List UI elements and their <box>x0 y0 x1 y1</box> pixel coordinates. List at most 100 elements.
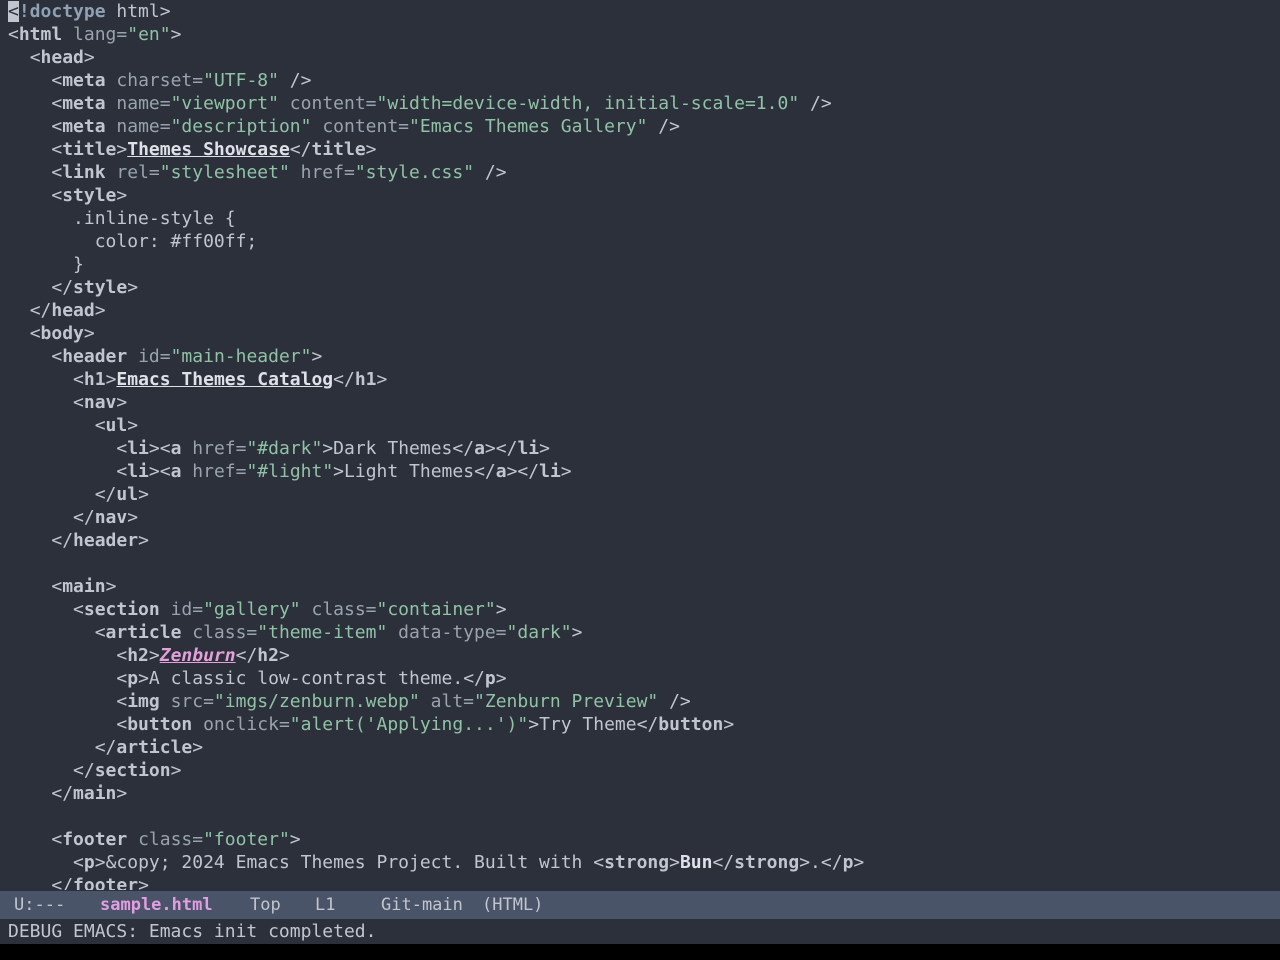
code-token: "UTF-8" <box>203 70 279 91</box>
code-line[interactable]: </nav> <box>8 506 138 529</box>
code-token: > <box>278 645 290 666</box>
code-token: href= <box>181 461 247 482</box>
code-line[interactable]: <img src="imgs/zenburn.webp" alt="Zenbur… <box>8 690 690 713</box>
code-token: </ <box>333 369 355 390</box>
code-token: section <box>83 599 160 620</box>
code-token: </ <box>235 645 258 666</box>
code-line[interactable]: <meta charset="UTF-8" /> <box>8 69 311 92</box>
code-line[interactable]: </style> <box>8 276 138 299</box>
code-line[interactable]: </main> <box>8 782 127 805</box>
code-token: name= <box>105 93 171 114</box>
code-line[interactable]: <li><a href="#dark">Dark Themes</a></li> <box>8 437 550 460</box>
code-token: html <box>18 24 63 45</box>
code-line[interactable]: <footer class="footer"> <box>8 828 300 851</box>
code-token: < <box>51 829 63 850</box>
code-line[interactable]: </head> <box>8 299 106 322</box>
code-line[interactable]: <article class="theme-item" data-type="d… <box>8 621 583 644</box>
code-line[interactable]: </article> <box>8 736 203 759</box>
code-token: </ <box>289 139 312 160</box>
code-token: "gallery" <box>203 599 301 620</box>
code-token: > <box>105 576 117 597</box>
emacs-frame: <!doctype html> <html lang="en"> <head> <… <box>0 0 1280 960</box>
code-line[interactable]: <p>A classic low-contrast theme.</p> <box>8 667 506 690</box>
code-line[interactable]: <!doctype html> <box>8 0 171 23</box>
code-token: h1 <box>354 369 377 390</box>
modeline-buffer-name[interactable]: sample.html <box>100 891 213 919</box>
code-line[interactable]: <body> <box>8 322 95 345</box>
code-line[interactable]: <link rel="stylesheet" href="style.css" … <box>8 161 506 184</box>
code-line[interactable]: <h1>Emacs Themes Catalog</h1> <box>8 368 387 391</box>
code-line[interactable]: </section> <box>8 759 181 782</box>
code-token: "main-header" <box>170 346 312 367</box>
code-line[interactable]: color: #ff00ff; <box>8 230 258 253</box>
code-token: < <box>51 93 63 114</box>
code-token: footer <box>62 829 128 850</box>
code-line[interactable]: </ul> <box>8 483 149 506</box>
code-line[interactable]: <meta name="description" content="Emacs … <box>8 115 680 138</box>
code-line[interactable]: <html lang="en"> <box>8 23 181 46</box>
code-token: p <box>484 668 496 689</box>
code-token: article <box>105 622 182 643</box>
code-line[interactable]: <head> <box>8 46 95 69</box>
code-token: ></ <box>484 438 518 459</box>
code-token: a <box>170 438 182 459</box>
code-line[interactable]: } <box>8 253 84 276</box>
code-token: strong <box>734 852 800 873</box>
code-line[interactable]: <title>Themes Showcase</title> <box>8 138 376 161</box>
code-token: "theme-item" <box>257 622 388 643</box>
code-line[interactable]: <button onclick="alert('Applying...')">T… <box>8 713 734 736</box>
code-token: < <box>51 162 63 183</box>
code-token: lang= <box>62 24 128 45</box>
code-token: a <box>495 461 507 482</box>
modeline-major-mode[interactable]: (HTML) <box>482 891 543 919</box>
editor-buffer[interactable]: <!doctype html> <html lang="en"> <head> <… <box>0 0 1280 890</box>
code-line[interactable]: <h2>Zenburn</h2> <box>8 644 290 667</box>
code-line[interactable]: </header> <box>8 529 149 552</box>
code-token: > <box>83 323 95 344</box>
code-line[interactable]: <section id="gallery" class="container"> <box>8 598 507 621</box>
code-token: "Emacs Themes Gallery" <box>409 116 648 137</box>
code-line[interactable]: <p>&copy; 2024 Emacs Themes Project. Bui… <box>8 851 864 874</box>
code-token: data-type= <box>387 622 507 643</box>
code-token: /> <box>647 116 680 137</box>
code-token: > <box>94 852 106 873</box>
code-token: > <box>853 852 865 873</box>
code-token: nav <box>94 507 128 528</box>
code-token: title <box>311 139 366 160</box>
code-token: < <box>51 139 63 160</box>
code-line[interactable]: .inline-style { <box>8 207 236 230</box>
code-token: < <box>116 668 128 689</box>
code-line[interactable]: <main> <box>8 575 116 598</box>
code-line[interactable]: <header id="main-header"> <box>8 345 322 368</box>
code-line[interactable]: <li><a href="#light">Light Themes</a></l… <box>8 460 571 483</box>
code-token: nav <box>83 392 117 413</box>
code-line[interactable]: <style> <box>8 184 127 207</box>
code-line[interactable]: <nav> <box>8 391 127 414</box>
code-line[interactable]: <meta name="viewport" content="width=dev… <box>8 92 831 115</box>
code-line[interactable]: <ul> <box>8 414 138 437</box>
code-token: "en" <box>127 24 171 45</box>
code-token: < <box>73 369 84 390</box>
modeline-vc-branch[interactable]: Git-main <box>381 891 463 919</box>
code-token: "container" <box>376 599 496 620</box>
code-token: class= <box>300 599 377 620</box>
code-line[interactable]: </footer> <box>8 874 149 890</box>
code-token: main <box>73 783 117 804</box>
code-token: content= <box>278 93 377 114</box>
code-token: >< <box>148 461 171 482</box>
code-token: li <box>127 438 149 459</box>
code-token: h2 <box>127 645 149 666</box>
code-token: alt= <box>419 691 475 712</box>
code-token: h1 <box>83 369 106 390</box>
code-token: > <box>105 369 117 390</box>
code-token: > <box>94 300 106 321</box>
